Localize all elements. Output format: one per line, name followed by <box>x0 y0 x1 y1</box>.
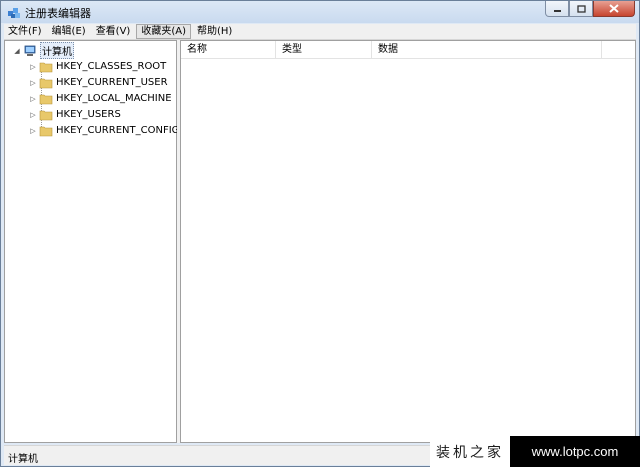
watermark-brand: 装机之家 <box>430 436 510 467</box>
expand-icon[interactable]: ▷ <box>29 79 37 87</box>
expand-icon[interactable]: ▷ <box>29 95 37 103</box>
tree-item-computer[interactable]: ◢ 计算机 <box>13 42 74 59</box>
tree-label: 计算机 <box>40 42 74 59</box>
tree-item-hklm[interactable]: ▷ HKEY_LOCAL_MACHINE <box>29 91 172 106</box>
column-header-name[interactable]: 名称 <box>181 41 276 58</box>
expand-icon[interactable]: ▷ <box>29 111 37 119</box>
folder-icon <box>39 62 53 72</box>
window-title: 注册表编辑器 <box>25 7 91 20</box>
folder-icon <box>39 110 53 120</box>
column-header-row: 名称 类型 数据 <box>181 41 635 59</box>
folder-icon <box>39 78 53 88</box>
tree-label: HKEY_CURRENT_USER <box>56 77 168 88</box>
expand-icon[interactable]: ▷ <box>29 127 37 135</box>
tree-item-hkcu[interactable]: ▷ HKEY_CURRENT_USER <box>29 75 168 90</box>
minimize-icon <box>553 9 561 12</box>
values-list-pane[interactable]: 名称 类型 数据 <box>180 40 636 443</box>
tree-item-hkcc[interactable]: ▷ HKEY_CURRENT_CONFIG <box>29 123 179 138</box>
minimize-button[interactable] <box>545 1 569 17</box>
tree-item-hkcr[interactable]: ▷ HKEY_CLASSES_ROOT <box>29 59 166 74</box>
folder-icon <box>39 126 53 136</box>
menu-view[interactable]: 查看(V) <box>92 25 135 38</box>
menu-file[interactable]: 文件(F) <box>4 25 46 38</box>
tree-label: HKEY_CLASSES_ROOT <box>56 61 167 72</box>
regedit-window: 注册表编辑器 文件(F) 编辑(E) 查看(V) 收藏夹(A) 帮助(H) ◢ <box>0 0 640 467</box>
column-header-data[interactable]: 数据 <box>372 41 602 58</box>
tree-label: HKEY_USERS <box>56 109 121 120</box>
menu-favorites[interactable]: 收藏夹(A) <box>136 24 191 39</box>
status-text: 计算机 <box>8 454 38 465</box>
tree-item-hku[interactable]: ▷ HKEY_USERS <box>29 107 121 122</box>
tree-label: HKEY_LOCAL_MACHINE <box>56 93 172 104</box>
menu-edit[interactable]: 编辑(E) <box>48 25 90 38</box>
watermark-url: www.lotpc.com <box>510 436 640 467</box>
expand-icon[interactable]: ▷ <box>29 63 37 71</box>
regedit-icon <box>8 8 20 18</box>
computer-icon <box>24 45 36 56</box>
watermark: 装机之家 www.lotpc.com <box>430 436 640 467</box>
maximize-button[interactable] <box>569 1 593 17</box>
tree-pane[interactable]: ◢ 计算机 ▷ HKEY_CLASSES_ROOT ▷ HKEY_CURRENT… <box>4 40 179 443</box>
column-header-type[interactable]: 类型 <box>276 41 372 58</box>
collapse-icon[interactable]: ◢ <box>13 47 21 55</box>
caption-buttons <box>545 1 635 18</box>
title-bar[interactable]: 注册表编辑器 <box>1 1 639 23</box>
menu-help[interactable]: 帮助(H) <box>193 25 236 38</box>
tree-label: HKEY_CURRENT_CONFIG <box>56 125 180 136</box>
close-icon <box>609 4 619 13</box>
menu-bar: 文件(F) 编辑(E) 查看(V) 收藏夹(A) 帮助(H) <box>4 24 636 40</box>
close-button[interactable] <box>593 1 635 17</box>
maximize-icon <box>576 4 586 13</box>
folder-icon <box>39 94 53 104</box>
